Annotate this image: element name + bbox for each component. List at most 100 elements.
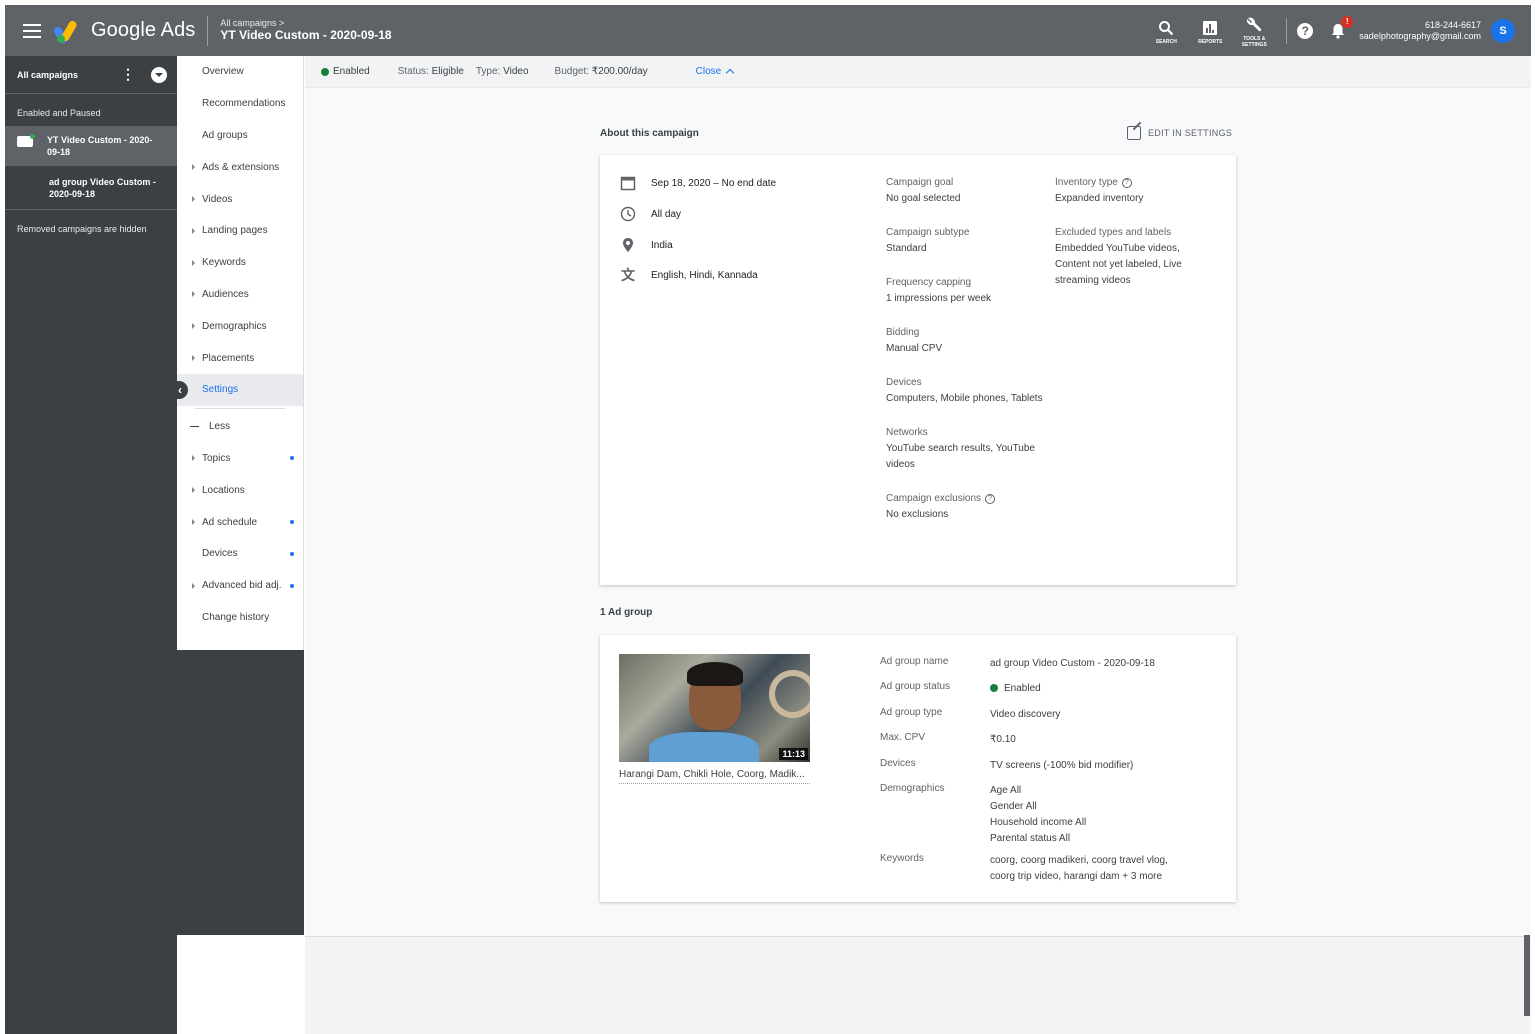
ad-group-name-label: Ad group name — [880, 656, 949, 667]
top-app-bar: Google Ads All campaigns > YT Video Cust… — [5, 5, 1531, 56]
menu-item-demographics[interactable]: Demographics — [177, 310, 303, 342]
help-circle-icon[interactable]: ? — [985, 494, 996, 504]
devices-label: Devices — [886, 377, 922, 388]
campaign-enabled-status[interactable]: Enabled — [333, 66, 370, 77]
ad-group-heading: 1 Ad group — [600, 607, 653, 618]
help-icon[interactable]: ? — [1297, 22, 1314, 39]
brand-name[interactable]: Google Ads — [91, 19, 195, 42]
avatar[interactable]: S — [1491, 18, 1515, 43]
edit-in-settings-label: EDIT IN SETTINGS — [1148, 128, 1233, 138]
edit-in-settings-button[interactable]: EDIT IN SETTINGS — [1127, 126, 1232, 140]
ad-group-devices-row: Devices TV screens (-100% bid modifier) — [880, 758, 1133, 774]
filter-label[interactable]: Enabled and Paused — [5, 94, 177, 126]
notifications-button[interactable]: ! — [1329, 15, 1354, 40]
help-circle-icon[interactable]: ? — [1121, 178, 1132, 188]
more-vert-icon[interactable]: ⋮ — [121, 66, 135, 83]
video-title-link[interactable]: Harangi Dam, Chikli Hole, Coorg, Madik..… — [619, 769, 810, 784]
campaign-status-bar: Enabled Status: Eligible Type: Video Bud… — [305, 56, 1531, 88]
menu-item-settings[interactable]: Settings — [177, 373, 303, 406]
menu-item-topics[interactable]: Topics — [177, 443, 303, 475]
google-ads-logo[interactable] — [52, 18, 81, 45]
close-label: Close — [695, 66, 722, 77]
menu-item-landing-pages[interactable]: Landing pages — [177, 215, 303, 247]
campaign-exclusions: Campaign exclusions? No exclusions — [886, 491, 1046, 523]
menu-item-overview[interactable]: Overview — [177, 56, 303, 88]
page-title: YT Video Custom - 2020-09-18 — [220, 27, 392, 42]
menu-item-label: Topics — [202, 452, 231, 464]
chevron-up-icon — [725, 68, 735, 78]
menu-item-devices[interactable]: Devices — [177, 538, 303, 570]
inventory-type: Inventory type? Expanded inventory — [1055, 175, 1200, 207]
menu-icon[interactable] — [23, 23, 41, 38]
ad-schedule-row: All day — [620, 206, 681, 222]
frequency-capping-value: 1 impressions per week — [886, 293, 992, 304]
menu-item-locations[interactable]: Locations — [177, 474, 303, 506]
updated-dot-icon — [290, 456, 294, 461]
nav-adgroup-item[interactable]: ad group Video Custom - 2020-09-18 — [5, 166, 177, 210]
breadcrumb: All campaigns > YT Video Custom - 2020-0… — [220, 18, 392, 42]
demographics-gender: Gender All — [990, 801, 1037, 812]
nav-campaign-label: YT Video Custom - 2020-09-18 — [47, 135, 153, 158]
campaign-navigation-panel: All campaigns ⋮ Enabled and Paused YT Vi… — [5, 56, 177, 1034]
translate-icon: 文 — [621, 267, 635, 283]
divider — [207, 15, 209, 46]
video-thumbnail[interactable]: 11:13 — [619, 654, 810, 762]
reports-button[interactable]: REPORTS — [1188, 17, 1232, 45]
dropdown-icon[interactable] — [151, 66, 167, 83]
all-campaigns-header[interactable]: All campaigns ⋮ — [5, 56, 177, 94]
campaign-exclusions-label: Campaign exclusions — [886, 493, 982, 504]
enabled-status-dot — [321, 67, 329, 76]
campaign-exclusions-label-row: Campaign exclusions? — [886, 491, 1046, 507]
footer-spacer — [177, 935, 305, 1034]
campaign-type: Type: Video — [476, 66, 529, 77]
clock-icon — [620, 206, 636, 222]
calendar-icon — [620, 175, 636, 191]
menu-item-ad-groups[interactable]: Ad groups — [177, 120, 303, 152]
campaign-exclusions-value: No exclusions — [886, 509, 949, 520]
tools-settings-button[interactable]: TOOLS & SETTINGS — [1232, 14, 1276, 48]
less-toggle[interactable]: Less — [177, 411, 303, 443]
scrollbar[interactable] — [1524, 935, 1530, 1016]
about-campaign-card: Sep 18, 2020 – No end date All day India… — [600, 155, 1236, 585]
menu-item-videos[interactable]: Videos — [177, 183, 303, 215]
search-button[interactable]: SEARCH — [1144, 17, 1188, 45]
ad-schedule-value: All day — [651, 208, 682, 220]
networks: Networks YouTube search results, YouTube … — [886, 425, 1046, 473]
menu-item-label: Placements — [202, 352, 255, 364]
menu-item-ad-schedule[interactable]: Ad schedule — [177, 506, 303, 538]
menu-item-label: Recommendations — [202, 98, 286, 110]
ad-group-status-row: Ad group status Enabled — [880, 681, 1041, 697]
ad-group-card: 11:13 Harangi Dam, Chikli Hole, Coorg, M… — [600, 635, 1236, 902]
search-icon — [1159, 20, 1174, 35]
frequency-capping: Frequency capping 1 impressions per week — [886, 275, 1046, 307]
main-content: Enabled Status: Eligible Type: Video Bud… — [305, 56, 1531, 936]
divider — [1286, 17, 1288, 44]
location-pin-icon — [620, 237, 636, 253]
menu-item-label: Audiences — [202, 288, 249, 300]
inventory-type-value: Expanded inventory — [1055, 193, 1144, 204]
menu-item-keywords[interactable]: Keywords — [177, 247, 303, 279]
menu-item-audiences[interactable]: Audiences — [177, 279, 303, 311]
nav-campaign-item[interactable]: YT Video Custom - 2020-09-18 — [5, 126, 177, 167]
ad-group-devices-value: TV screens (-100% bid modifier) — [990, 760, 1134, 771]
excluded-types-label: Excluded types and labels — [1055, 227, 1172, 238]
close-details-button[interactable]: Close — [695, 66, 735, 78]
page-menu-background — [177, 650, 304, 935]
menu-item-recommendations[interactable]: Recommendations — [177, 88, 303, 120]
menu-item-label: Change history — [202, 611, 270, 623]
menu-item-advanced-bid-adj[interactable]: Advanced bid adj. — [177, 570, 303, 602]
menu-item-placements[interactable]: Placements — [177, 342, 303, 374]
menu-item-change-history[interactable]: Change history — [177, 602, 303, 634]
menu-item-ads-extensions[interactable]: Ads & extensions — [177, 151, 303, 183]
ad-group-status: Enabled — [990, 681, 1041, 697]
menu-item-label: Ad groups — [202, 129, 248, 141]
updated-dot-icon — [290, 551, 294, 556]
tools-settings-label: TOOLS & SETTINGS — [1241, 35, 1267, 48]
budget-value: ₹200.00/day — [591, 66, 648, 77]
reports-label: REPORTS — [1198, 38, 1223, 45]
notification-badge: ! — [1341, 15, 1354, 28]
campaign-budget[interactable]: Budget: ₹200.00/day — [555, 66, 648, 77]
account-info[interactable]: 618-244-6617 sadelphotography@gmail.com — [1359, 20, 1481, 42]
status-label: Status: — [397, 66, 429, 77]
language-value: English, Hindi, Kannada — [651, 269, 758, 281]
